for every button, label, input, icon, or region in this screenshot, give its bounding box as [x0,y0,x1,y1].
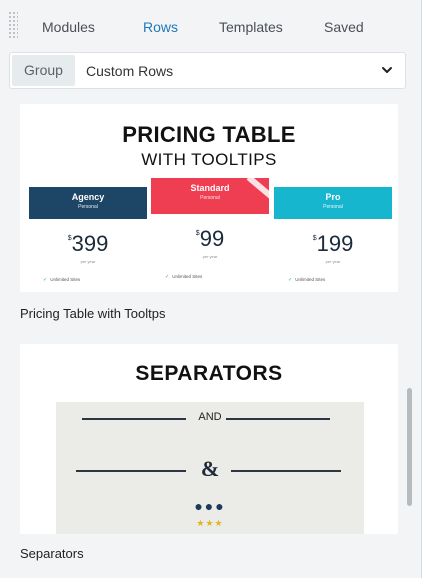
tab-templates[interactable]: Templates [219,19,283,35]
plan-feature: ✓ Unlimited Sites [288,277,325,283]
group-select-value: Custom Rows [86,63,174,79]
check-icon: ✓ [165,274,170,280]
plan-name: Standard [190,183,230,193]
price-period: per year [325,259,341,264]
feature-label: Unlimited Sites [50,277,81,282]
row-template-caption[interactable]: Pricing Table with Tooltps [20,306,166,321]
price-period: per year [202,254,218,259]
tab-saved[interactable]: Saved [324,19,364,35]
panel-tabs: Modules Rows Templates Saved [0,0,420,52]
row-template-thumbnail[interactable]: PRICING TABLE WITH TOOLTIPS Agency Perso… [20,104,398,292]
pricing-plan-standard: Standard Personal $99 per year ✓ Unlimite… [151,175,274,292]
price-period: per year [80,259,96,264]
chevron-down-icon[interactable] [381,64,393,76]
ampersand-glyph: & [200,456,220,481]
pricing-plan-pro: Pro Personal $199 per year ✓ Unlimited Si… [274,187,392,292]
currency-symbol: $ [195,230,200,237]
plan-header: Pro Personal [274,187,392,219]
group-select[interactable]: Group Custom Rows [9,52,406,89]
separator-preview: AND & ●●● ★★★ [56,402,364,534]
scrollbar-track[interactable] [406,100,414,578]
price-value: 399 [71,231,109,256]
separator-and-text: AND [198,411,222,423]
plan-subtitle: Personal [323,204,343,210]
price-value: 199 [316,231,354,256]
thumbnail-title: SEPARATORS [135,362,283,385]
plan-subtitle: Personal [200,195,220,201]
plan-price: $399 [29,231,147,257]
price-value: 99 [199,226,225,251]
plan-feature: ✓ Unlimited Sites [165,274,202,280]
star-icon: ★★★ [196,518,224,528]
plan-name: Agency [71,192,105,202]
thumbnail-title: PRICING TABLE [122,122,296,147]
dots-separator: ●●● [194,498,226,514]
tab-modules[interactable]: Modules [42,19,95,35]
thumbnail-subtitle: WITH TOOLTIPS [141,150,277,169]
separator-line [231,470,341,472]
plan-price: $199 [274,231,392,257]
feature-label: Unlimited Sites [295,277,326,282]
group-label: Group [12,55,75,86]
plan-name: Pro [325,192,341,202]
row-template-caption[interactable]: Separators [20,546,84,561]
plan-header: Standard Personal [151,175,274,214]
rows-list[interactable]: PRICING TABLE WITH TOOLTIPS Agency Perso… [0,100,408,578]
plan-subtitle: Personal [78,204,98,210]
modules-panel: Modules Rows Templates Saved Group Custo… [0,0,422,578]
plan-feature: ✓ Unlimited Sites [43,277,80,283]
pricing-plan-agency: Agency Personal $399 per year ✓ Unlimited… [29,187,147,292]
feature-label: Unlimited Sites [172,274,203,279]
tab-rows[interactable]: Rows [143,19,178,35]
check-icon: ✓ [43,277,48,283]
currency-symbol: $ [312,235,317,242]
currency-symbol: $ [67,235,72,242]
scrollbar-thumb[interactable] [407,388,412,506]
separator-line [226,418,330,420]
plan-header: Agency Personal [29,187,147,219]
row-template-thumbnail[interactable]: SEPARATORS AND & ●●● ★★★ [20,344,398,534]
plan-price: $99 [151,226,269,252]
check-icon: ✓ [288,277,293,283]
